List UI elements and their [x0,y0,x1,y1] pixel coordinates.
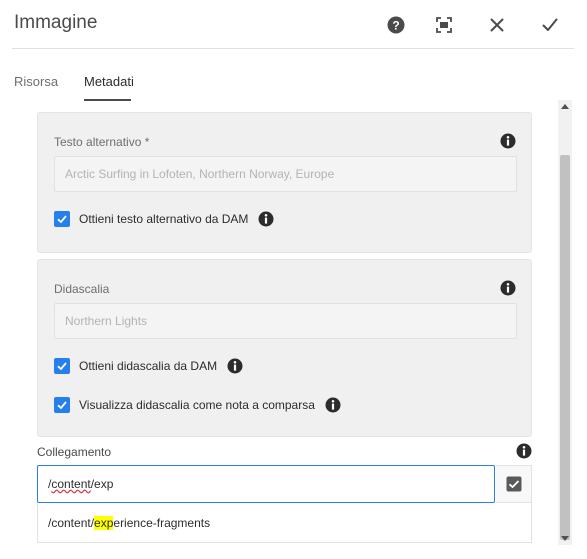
dialog-header: Immagine ? [0,0,587,48]
dialog-content: Testo alternativo * Arctic Surfing in Lo… [0,100,573,559]
info-icon[interactable] [500,280,516,296]
suggestion-match-highlight: exp [94,516,114,530]
autocomplete-suggestion[interactable]: /content/experience-fragments [37,503,532,543]
caption-panel: Didascalia Northern Lights Ottieni didas… [37,259,532,437]
tab-risorsa[interactable]: Risorsa [14,74,58,89]
link-input[interactable]: /content/exp [37,465,495,503]
alt-text-input[interactable]: Arctic Surfing in Lofoten, Northern Norw… [54,156,517,192]
caption-as-popup-label: Visualizza didascalia come nota a compar… [79,398,315,412]
link-value-suffix: /exp [90,477,114,491]
close-icon[interactable] [487,15,507,35]
link-label: Collegamento [37,445,112,459]
header-divider [12,48,574,49]
info-icon[interactable] [227,358,243,374]
caption-input[interactable]: Northern Lights [54,303,517,339]
alt-text-label: Testo alternativo * [54,135,150,149]
tab-list: Risorsa Metadati [0,62,587,102]
caption-as-popup-row[interactable]: Visualizza didascalia come nota a compar… [54,395,341,415]
check-icon [506,476,521,492]
help-icon[interactable]: ? [386,15,406,35]
scroll-thumb[interactable] [560,155,570,540]
alt-from-dam-label: Ottieni testo alternativo da DAM [79,212,249,226]
caption-from-dam-row[interactable]: Ottieni didascalia da DAM [54,356,243,376]
info-icon[interactable] [500,133,516,149]
info-icon[interactable] [325,397,341,413]
alt-from-dam-row[interactable]: Ottieni testo alternativo da DAM [54,209,274,229]
vertical-scrollbar[interactable] [558,100,572,545]
link-value-misspelled: content [51,477,91,491]
suggestion-prefix: /content/ [48,516,95,530]
svg-text:?: ? [392,19,399,33]
scroll-up-arrow-icon[interactable] [561,104,569,109]
caption-as-popup-checkbox[interactable] [54,397,70,413]
info-icon[interactable] [258,211,274,227]
tab-metadati[interactable]: Metadati [84,74,134,89]
alt-from-dam-checkbox[interactable] [54,211,70,227]
alt-text-panel: Testo alternativo * Arctic Surfing in Lo… [37,112,532,253]
suggestion-suffix: erience-fragments [113,516,211,530]
scroll-down-arrow-icon[interactable] [561,536,569,541]
dialog-title: Immagine [14,12,98,33]
caption-from-dam-checkbox[interactable] [54,358,70,374]
caption-label: Didascalia [54,282,110,296]
done-icon[interactable] [540,15,560,35]
info-icon[interactable] [516,443,532,459]
fullscreen-icon[interactable] [434,15,454,35]
caption-from-dam-label: Ottieni didascalia da DAM [79,359,218,373]
link-picker-button[interactable] [496,465,532,503]
